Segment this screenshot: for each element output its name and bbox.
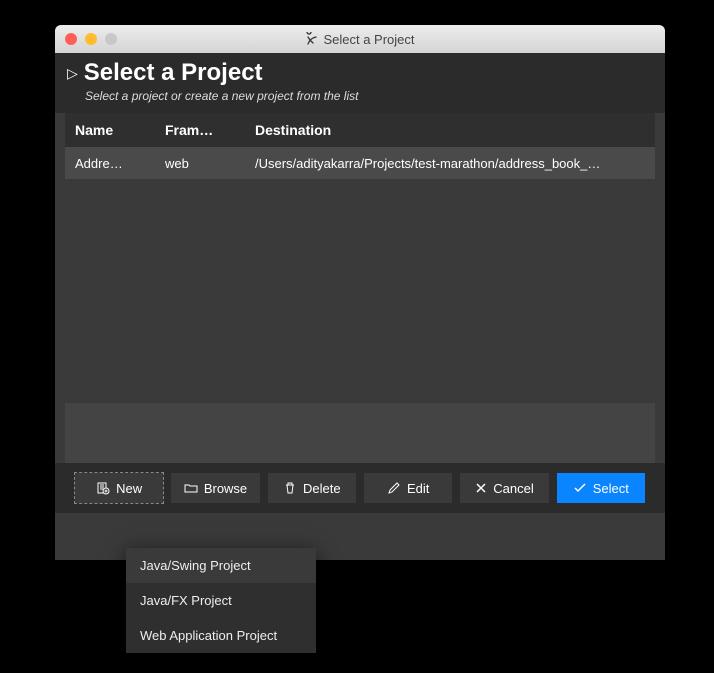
table-header: Name Fram… Destination (65, 113, 655, 147)
run-icon (305, 32, 319, 46)
close-icon[interactable] (65, 33, 77, 45)
browse-button[interactable]: Browse (171, 473, 259, 503)
window-title: Select a Project (323, 32, 414, 47)
menu-java-fx[interactable]: Java/FX Project (126, 583, 316, 618)
select-label: Select (593, 481, 629, 496)
check-icon (573, 481, 587, 495)
project-table: Name Fram… Destination Addre… web /Users… (65, 113, 655, 403)
menu-web-app[interactable]: Web Application Project (126, 618, 316, 653)
select-button[interactable]: Select (557, 473, 645, 503)
browse-label: Browse (204, 481, 247, 496)
spacer (65, 403, 655, 463)
cell-name: Addre… (75, 156, 165, 171)
edit-button[interactable]: Edit (364, 473, 452, 503)
table-body: Addre… web /Users/adityakarra/Projects/t… (65, 147, 655, 403)
new-icon (96, 481, 110, 495)
new-button[interactable]: New (75, 473, 163, 503)
button-bar: New Browse Delete Edit Cancel (55, 463, 665, 513)
cancel-button[interactable]: Cancel (460, 473, 548, 503)
new-dropdown: Java/Swing Project Java/FX Project Web A… (126, 548, 316, 653)
dialog-window: Select a Project ▷ Select a Project Sele… (55, 25, 665, 560)
menu-java-swing[interactable]: Java/Swing Project (126, 548, 316, 583)
minimize-icon[interactable] (85, 33, 97, 45)
header: ▷ Select a Project Select a project or c… (55, 53, 665, 113)
triangle-right-icon: ▷ (67, 65, 78, 82)
column-name[interactable]: Name (75, 122, 165, 138)
page-title: Select a Project (84, 59, 263, 87)
delete-label: Delete (303, 481, 341, 496)
close-x-icon (475, 482, 487, 494)
pencil-icon (387, 481, 401, 495)
cell-destination: /Users/adityakarra/Projects/test-maratho… (255, 156, 645, 171)
cell-framework: web (165, 156, 255, 171)
delete-button[interactable]: Delete (268, 473, 356, 503)
new-label: New (116, 481, 142, 496)
window-title-wrap: Select a Project (55, 32, 665, 47)
page-subtitle: Select a project or create a new project… (85, 89, 653, 103)
column-destination[interactable]: Destination (255, 122, 645, 138)
header-title-row: ▷ Select a Project (67, 59, 653, 87)
column-framework[interactable]: Fram… (165, 122, 255, 138)
browse-icon (184, 481, 198, 495)
maximize-icon[interactable] (105, 33, 117, 45)
titlebar: Select a Project (55, 25, 665, 53)
edit-label: Edit (407, 481, 429, 496)
traffic-lights (65, 33, 117, 45)
cancel-label: Cancel (493, 481, 533, 496)
table-row[interactable]: Addre… web /Users/adityakarra/Projects/t… (65, 147, 655, 179)
trash-icon (283, 481, 297, 495)
